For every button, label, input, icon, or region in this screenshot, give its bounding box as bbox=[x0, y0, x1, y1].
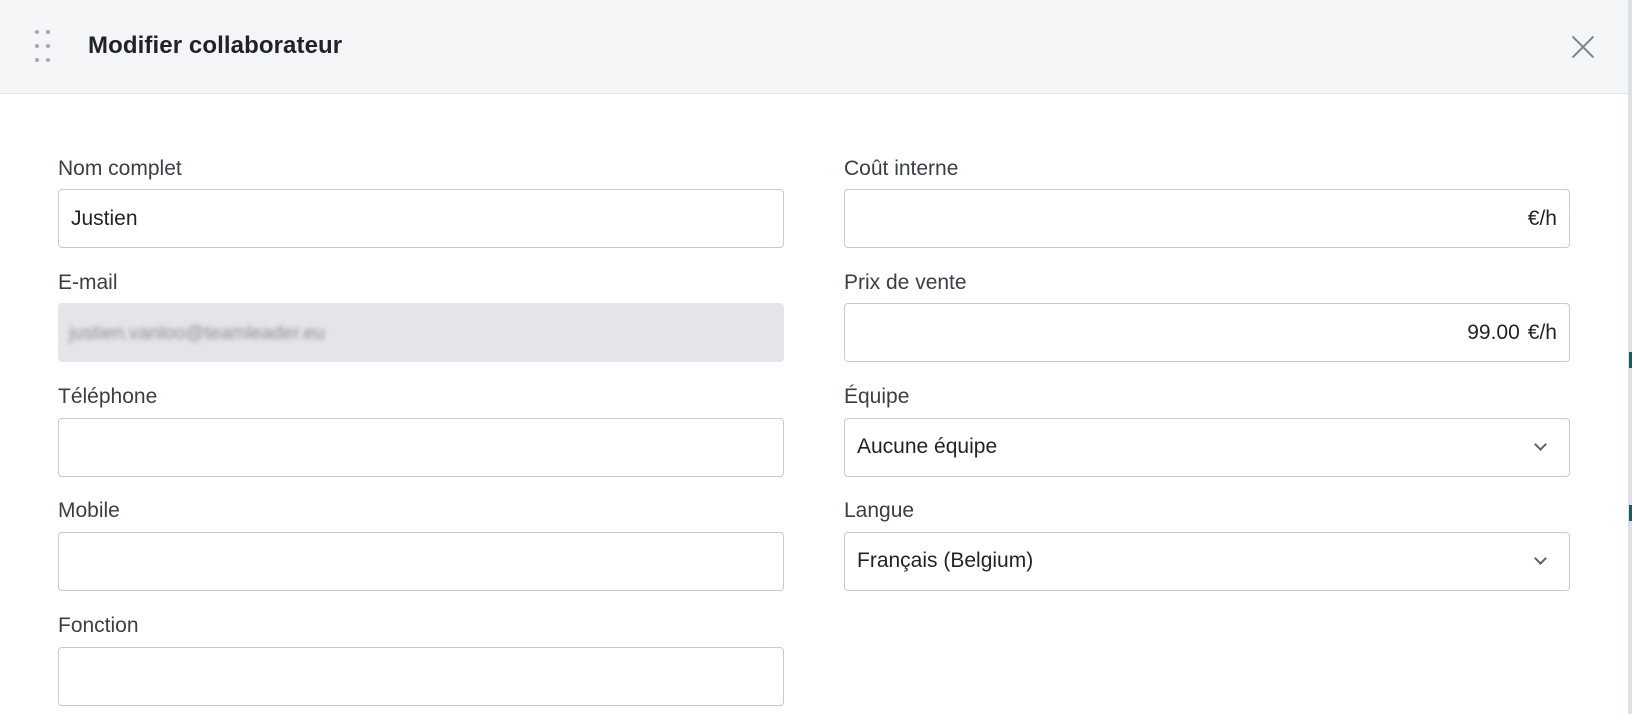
language-selected-value: Français (Belgium) bbox=[857, 549, 1034, 572]
phone-field[interactable] bbox=[58, 418, 784, 477]
internal-cost-label: Coût interne bbox=[844, 157, 959, 180]
drag-handle-icon[interactable] bbox=[34, 30, 54, 62]
edit-collaborator-modal: Modifier collaborateur Nom complet E-mai… bbox=[0, 0, 1628, 714]
full-name-input[interactable] bbox=[59, 190, 783, 247]
team-selected-value: Aucune équipe bbox=[857, 435, 998, 458]
modal-header: Modifier collaborateur bbox=[0, 0, 1628, 94]
team-select[interactable]: Aucune équipe bbox=[844, 418, 1570, 477]
internal-cost-input[interactable] bbox=[845, 190, 1569, 247]
sale-price-suffix: 99.00 €/h bbox=[1467, 304, 1557, 361]
internal-cost-suffix: €/h bbox=[1528, 190, 1557, 247]
sale-price-unit: €/h bbox=[1527, 320, 1557, 344]
email-label: E-mail bbox=[58, 271, 118, 294]
mobile-input[interactable] bbox=[59, 533, 783, 590]
function-field[interactable] bbox=[58, 647, 784, 706]
full-name-field[interactable] bbox=[58, 189, 784, 248]
language-select[interactable]: Français (Belgium) bbox=[844, 532, 1570, 591]
language-label: Langue bbox=[844, 499, 915, 522]
phone-label: Téléphone bbox=[58, 385, 158, 408]
close-icon[interactable] bbox=[1568, 31, 1598, 61]
internal-cost-field[interactable]: €/h bbox=[844, 189, 1570, 248]
function-label: Fonction bbox=[58, 614, 139, 637]
modal-title: Modifier collaborateur bbox=[88, 32, 343, 59]
email-field: justien.vanloo@teamleader.eu bbox=[58, 303, 784, 362]
team-label: Équipe bbox=[844, 385, 910, 408]
mobile-field[interactable] bbox=[58, 532, 784, 591]
function-input[interactable] bbox=[59, 648, 783, 705]
chevron-down-icon bbox=[1535, 440, 1545, 450]
email-value: justien.vanloo@teamleader.eu bbox=[69, 323, 325, 344]
mobile-label: Mobile bbox=[58, 499, 120, 522]
full-name-label: Nom complet bbox=[58, 157, 182, 180]
phone-input[interactable] bbox=[59, 419, 783, 476]
sale-price-field[interactable]: 99.00 €/h bbox=[844, 303, 1570, 362]
internal-cost-unit: €/h bbox=[1527, 206, 1557, 230]
chevron-down-icon bbox=[1535, 554, 1545, 564]
sale-price-label: Prix de vente bbox=[844, 271, 967, 294]
sale-price-value[interactable]: 99.00 bbox=[1467, 321, 1520, 345]
page: Modifier collaborateur Nom complet E-mai… bbox=[0, 0, 1632, 714]
